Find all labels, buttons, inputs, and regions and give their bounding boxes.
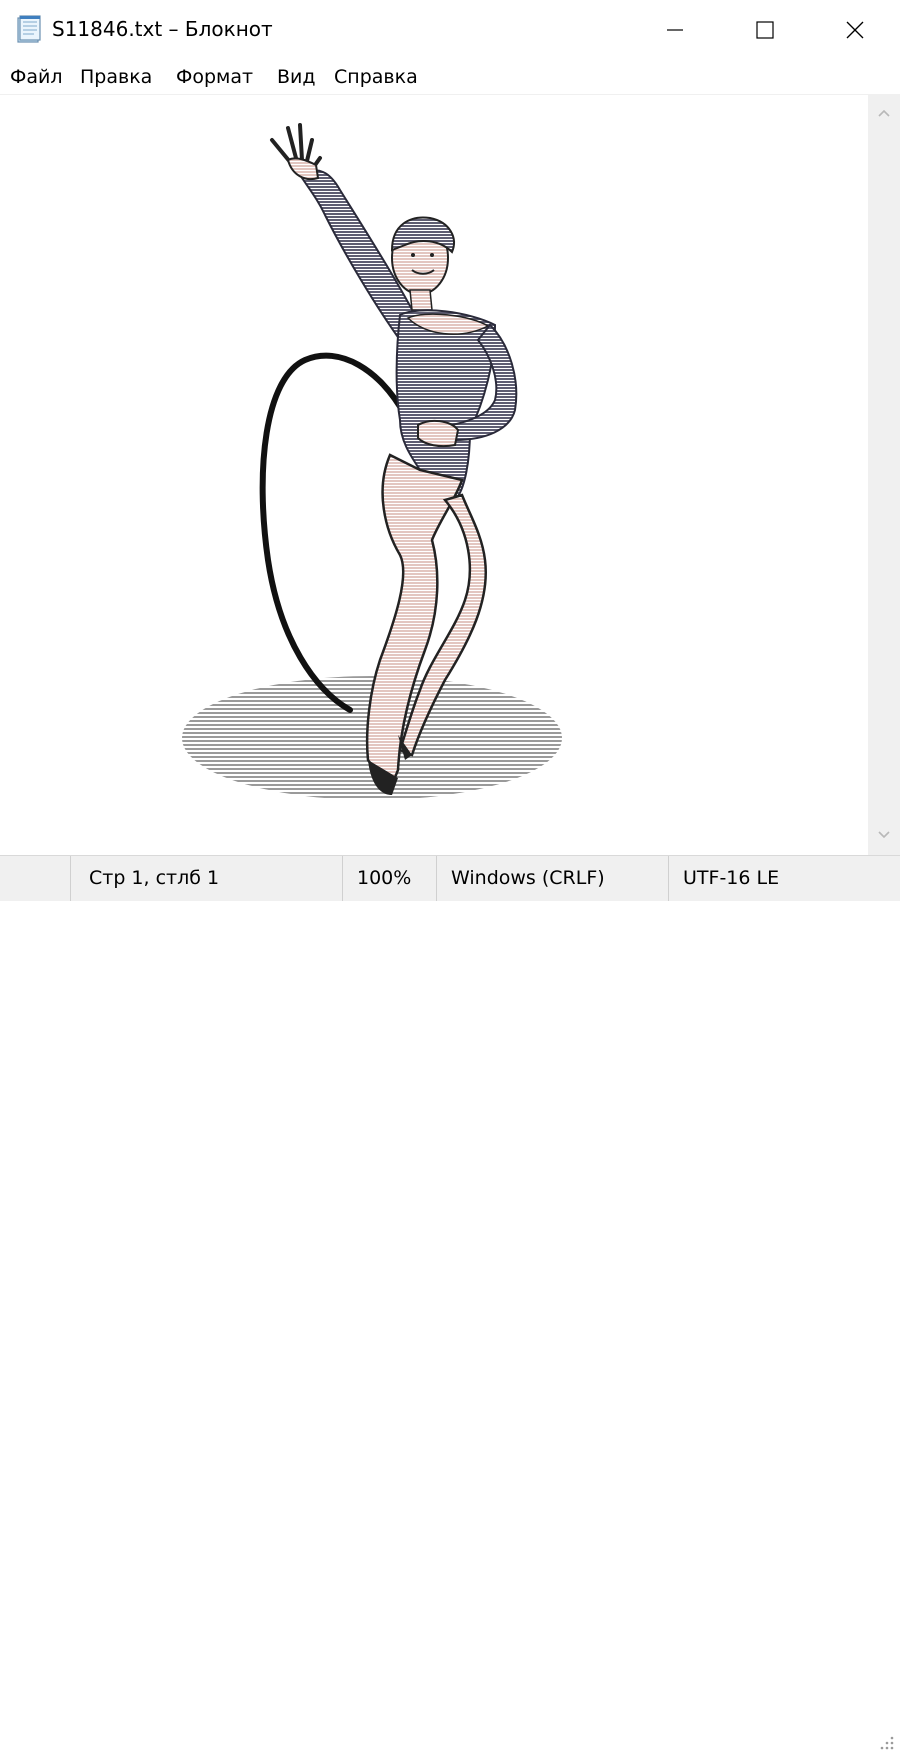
title-bar: S11846.txt – Блокнот [0,0,900,60]
chevron-down-icon[interactable] [874,825,894,845]
maximize-button[interactable] [720,0,810,60]
menu-bar: Файл Правка Формат Вид Справка [0,60,900,95]
minimize-icon [665,20,685,40]
chevron-up-icon[interactable] [874,103,894,123]
status-line-ending: Windows (CRLF) [436,856,668,901]
status-bar: Стр 1, стлб 1 100% Windows (CRLF) UTF-16… [0,855,900,1750]
notepad-icon [14,14,44,44]
menu-edit[interactable]: Правка [78,64,154,90]
window-title: S11846.txt – Блокнот [52,17,273,41]
menu-file[interactable]: Файл [8,64,65,90]
close-button[interactable] [810,0,900,60]
resize-grip-icon[interactable] [876,1732,896,1752]
minimize-button[interactable] [630,0,720,60]
menu-help[interactable]: Справка [332,64,420,90]
close-icon [845,20,865,40]
status-zoom: 100% [342,856,436,901]
vertical-scrollbar[interactable] [868,95,900,855]
menu-view[interactable]: Вид [275,64,318,90]
status-cursor-position: Стр 1, стлб 1 [70,856,342,901]
text-editor[interactable] [0,95,868,855]
status-encoding: UTF-16 LE [668,856,900,901]
maximize-icon [755,20,775,40]
menu-format[interactable]: Формат [174,64,255,90]
ascii-art-gymnast-icon [182,123,562,800]
